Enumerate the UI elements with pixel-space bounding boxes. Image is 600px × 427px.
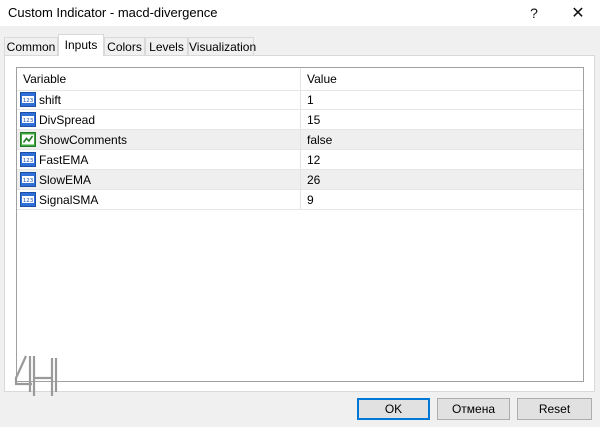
tab-colors[interactable]: Colors [104, 37, 145, 55]
svg-text:123: 123 [23, 178, 34, 184]
ok-button[interactable]: OK [357, 398, 430, 420]
variable-name: SlowEMA [39, 173, 92, 187]
variable-name: shift [39, 93, 62, 107]
svg-text:123: 123 [23, 118, 34, 124]
tab-inputs[interactable]: Inputs [58, 34, 104, 56]
integer-icon: 123 [20, 172, 36, 187]
variable-name: FastEMA [39, 153, 89, 167]
integer-icon: 123 [20, 92, 36, 107]
table-row[interactable]: ShowComments false [17, 130, 583, 150]
variable-cell[interactable]: 123 shift [17, 90, 301, 110]
variable-name: DivSpread [39, 113, 96, 127]
value-cell[interactable]: false [301, 130, 583, 150]
variable-name: SignalSMA [39, 193, 99, 207]
variable-cell[interactable]: 123 SignalSMA [17, 190, 301, 210]
integer-icon: 123 [20, 192, 36, 207]
inputs-grid: Variable Value 123 shift 1 123 DivSpread… [16, 67, 584, 382]
title-bar: Custom Indicator - macd-divergence ? ✕ [0, 0, 600, 26]
variable-name: ShowComments [39, 133, 128, 147]
svg-text:123: 123 [23, 158, 34, 164]
variable-cell[interactable]: ShowComments [17, 130, 301, 150]
integer-icon: 123 [20, 152, 36, 167]
tab-visualization[interactable]: Visualization [188, 37, 256, 55]
svg-text:123: 123 [23, 98, 34, 104]
table-row[interactable]: 123 SlowEMA 26 [17, 170, 583, 190]
table-row[interactable]: 123 shift 1 [17, 90, 583, 110]
watermark-logo [14, 355, 58, 396]
help-button[interactable]: ? [514, 0, 554, 26]
svg-text:123: 123 [23, 198, 34, 204]
cancel-button[interactable]: Отмена [437, 398, 510, 420]
tab-common[interactable]: Common [4, 37, 58, 55]
close-button[interactable]: ✕ [558, 0, 598, 26]
integer-icon: 123 [20, 112, 36, 127]
value-cell[interactable]: 12 [301, 150, 583, 170]
value-cell[interactable]: 15 [301, 110, 583, 130]
variable-cell[interactable]: 123 FastEMA [17, 150, 301, 170]
table-row[interactable]: 123 SignalSMA 9 [17, 190, 583, 210]
value-cell[interactable]: 9 [301, 190, 583, 210]
window-title: Custom Indicator - macd-divergence [8, 5, 218, 20]
tab-levels[interactable]: Levels [145, 37, 188, 55]
variable-cell[interactable]: 123 DivSpread [17, 110, 301, 130]
column-header-variable[interactable]: Variable [17, 68, 301, 90]
column-header-value[interactable]: Value [301, 68, 583, 90]
reset-button[interactable]: Reset [517, 398, 592, 420]
value-cell[interactable]: 1 [301, 90, 583, 110]
boolean-icon [20, 132, 36, 147]
variable-cell[interactable]: 123 SlowEMA [17, 170, 301, 190]
grid-header: Variable Value [17, 68, 583, 91]
table-row[interactable]: 123 FastEMA 12 [17, 150, 583, 170]
value-cell[interactable]: 26 [301, 170, 583, 190]
table-row[interactable]: 123 DivSpread 15 [17, 110, 583, 130]
